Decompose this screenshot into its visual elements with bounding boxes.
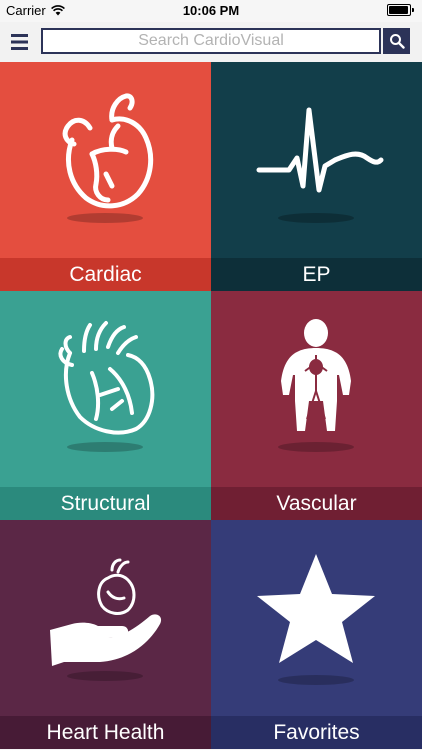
tile-vascular[interactable]: Vascular <box>211 291 422 520</box>
tile-label: Vascular <box>211 487 422 520</box>
anatomical-heart-icon <box>58 321 155 452</box>
status-time: 10:06 PM <box>182 3 240 18</box>
tile-heart-health[interactable]: Heart Health <box>0 520 211 749</box>
tile-label: Favorites <box>211 716 422 749</box>
search-icon <box>389 34 405 49</box>
tile-ep[interactable]: EP <box>211 62 422 291</box>
status-bar: Carrier 10:06 PM <box>0 0 422 22</box>
tile-label: Heart Health <box>0 716 211 749</box>
ecg-waveform-icon <box>256 107 384 223</box>
tile-structural[interactable]: Structural <box>0 291 211 520</box>
menu-icon[interactable] <box>10 32 30 52</box>
heart-icon <box>62 93 154 223</box>
header-bar <box>0 22 422 63</box>
tile-favorites[interactable]: Favorites <box>211 520 422 749</box>
search-input[interactable] <box>41 28 381 54</box>
search-button[interactable] <box>383 28 410 54</box>
tile-label: Cardiac <box>0 258 211 291</box>
star-icon <box>257 554 375 685</box>
battery-icon <box>387 4 414 16</box>
body-vessels-icon <box>278 319 354 452</box>
tile-cardiac[interactable]: Cardiac <box>0 62 211 291</box>
hand-heart-icon <box>50 558 162 681</box>
tile-label: Structural <box>0 487 211 520</box>
tile-label: EP <box>211 258 422 291</box>
